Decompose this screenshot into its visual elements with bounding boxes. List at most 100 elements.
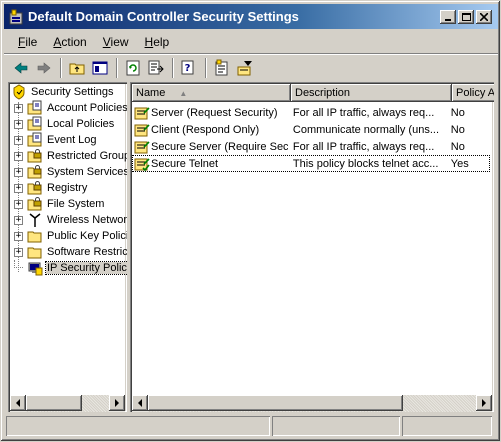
expand-icon[interactable]: +: [14, 167, 23, 177]
list-row[interactable]: Server (Request Security) For all IP traf…: [132, 104, 490, 121]
expand-icon[interactable]: +: [14, 119, 23, 129]
show-hide-tree-icon: [92, 61, 108, 75]
column-header-policy-assigned[interactable]: Policy Assigned: [452, 84, 494, 102]
properties-button[interactable]: [211, 57, 233, 79]
maximize-button[interactable]: [458, 9, 474, 24]
policy-name: Client (Respond Only): [151, 123, 260, 136]
scroll-right-icon: [482, 399, 486, 407]
menu-view[interactable]: View: [95, 35, 137, 49]
tree-item-software-restriction[interactable]: + Software Restriction: [14, 244, 127, 260]
tree-item-local-policies[interactable]: + Local Policies: [14, 116, 115, 132]
cell-name: Secure Server (Require Security): [132, 139, 288, 155]
back-button[interactable]: [10, 57, 32, 79]
tree-item-label: Event Log: [47, 134, 97, 146]
toolbar: ?: [4, 55, 498, 81]
refresh-button[interactable]: [122, 57, 144, 79]
tree-item-ip-security-policies[interactable]: IP Security Policies: [14, 260, 127, 276]
close-button[interactable]: [476, 9, 492, 24]
scroll-right-button[interactable]: [476, 395, 492, 411]
scroll-right-button[interactable]: [109, 395, 125, 411]
forward-arrow-icon: [37, 62, 51, 74]
tree-item-wireless-network[interactable]: + Wireless Network: [14, 212, 127, 228]
policy-description: This policy blocks telnet acc...: [292, 157, 439, 170]
status-panel-secondary: [272, 416, 400, 436]
list-pane[interactable]: Name ▲ Description Policy Assigned Serve…: [130, 82, 494, 412]
tree-item-label: Wireless Network: [47, 214, 127, 226]
toolbar-separator: [60, 58, 62, 78]
folder-lock-icon: [27, 197, 42, 211]
title-bar[interactable]: Default Domain Controller Security Setti…: [4, 4, 498, 29]
scroll-thumb[interactable]: [26, 395, 82, 411]
column-header-description[interactable]: Description: [291, 84, 452, 102]
policy-name: Secure Telnet: [151, 157, 219, 170]
scroll-track[interactable]: [148, 395, 476, 412]
tree-item-label: Restricted Groups: [47, 150, 127, 162]
policy-description: For all IP traffic, always req...: [292, 106, 435, 119]
help-button[interactable]: ?: [178, 57, 200, 79]
cell-name: Secure Telnet: [132, 156, 288, 172]
policy-assigned: No: [450, 140, 465, 153]
scroll-thumb[interactable]: [148, 395, 403, 411]
tree-item-public-key-policies[interactable]: + Public Key Policies: [14, 228, 127, 244]
ip-security-icon: [28, 262, 43, 276]
scroll-left-button[interactable]: [132, 395, 148, 411]
folder-icon: [27, 231, 42, 243]
tree-item-label: Account Policies: [47, 102, 127, 114]
tree-item-label: IP Security Policies: [45, 261, 127, 275]
tree-pane[interactable]: Security Settings + Account Policies + Loca…: [8, 82, 127, 412]
close-icon: [480, 12, 488, 21]
status-panel-tertiary: [402, 416, 492, 436]
menu-help[interactable]: Help: [137, 35, 178, 49]
tree-horizontal-scrollbar[interactable]: [10, 395, 125, 412]
policy-folder-icon: [27, 132, 42, 147]
menu-file[interactable]: File: [10, 35, 45, 49]
tree-item-file-system[interactable]: + File System: [14, 196, 105, 212]
list-row[interactable]: Client (Respond Only) Communicate normall…: [132, 121, 490, 138]
expand-icon[interactable]: +: [14, 215, 23, 225]
forward-button[interactable]: [33, 57, 55, 79]
status-bar: [6, 416, 496, 436]
up-folder-icon: [69, 63, 85, 75]
menu-bar: File Action View Help: [4, 32, 498, 52]
expand-icon[interactable]: +: [14, 135, 23, 145]
list-horizontal-scrollbar[interactable]: [132, 395, 492, 412]
ip-policy-icon: [134, 140, 150, 153]
expand-icon[interactable]: +: [14, 183, 23, 193]
export-list-button[interactable]: [145, 57, 167, 79]
mmc-window: Default Domain Controller Security Setti…: [0, 0, 501, 442]
tree-item-account-policies[interactable]: + Account Policies: [14, 100, 127, 116]
tree-item-system-services[interactable]: + System Services: [14, 164, 127, 180]
tree-item-restricted-groups[interactable]: + Restricted Groups: [14, 148, 127, 164]
column-header-name[interactable]: Name ▲: [132, 84, 291, 102]
toolbar-separator: [116, 58, 118, 78]
toolbar-separator: [172, 58, 174, 78]
list-row[interactable]: Secure Server (Require Security) For all …: [132, 138, 490, 155]
tree-root-security-settings[interactable]: Security Settings: [11, 84, 115, 100]
folder-lock-icon: [27, 165, 42, 179]
app-icon[interactable]: [8, 9, 24, 25]
minimize-button[interactable]: [440, 9, 456, 24]
scroll-left-icon: [138, 399, 142, 407]
policy-name: Server (Request Security): [151, 106, 278, 119]
expand-icon[interactable]: +: [14, 151, 23, 161]
show-hide-tree-button[interactable]: [89, 57, 111, 79]
help-icon: ?: [181, 60, 194, 75]
tree-item-label: Public Key Policies: [47, 230, 127, 242]
scroll-left-button[interactable]: [10, 395, 26, 411]
menu-action[interactable]: Action: [45, 35, 94, 49]
tree-item-registry[interactable]: + Registry: [14, 180, 88, 196]
filter-button[interactable]: [234, 57, 256, 79]
policy-folder-icon: [27, 100, 42, 115]
tree-item-label: Local Policies: [47, 118, 115, 130]
expand-icon[interactable]: +: [14, 231, 23, 241]
security-settings-icon: [13, 84, 25, 100]
scroll-track[interactable]: [26, 395, 109, 412]
expand-icon[interactable]: +: [14, 247, 23, 257]
expand-icon[interactable]: +: [14, 199, 23, 209]
policy-assigned: Yes: [450, 157, 469, 170]
properties-icon: [215, 59, 228, 76]
tree-item-event-log[interactable]: + Event Log: [14, 132, 98, 148]
up-one-level-button[interactable]: [66, 57, 88, 79]
list-row[interactable]: Secure Telnet This policy blocks telnet a…: [132, 155, 490, 172]
expand-icon[interactable]: +: [14, 103, 23, 113]
